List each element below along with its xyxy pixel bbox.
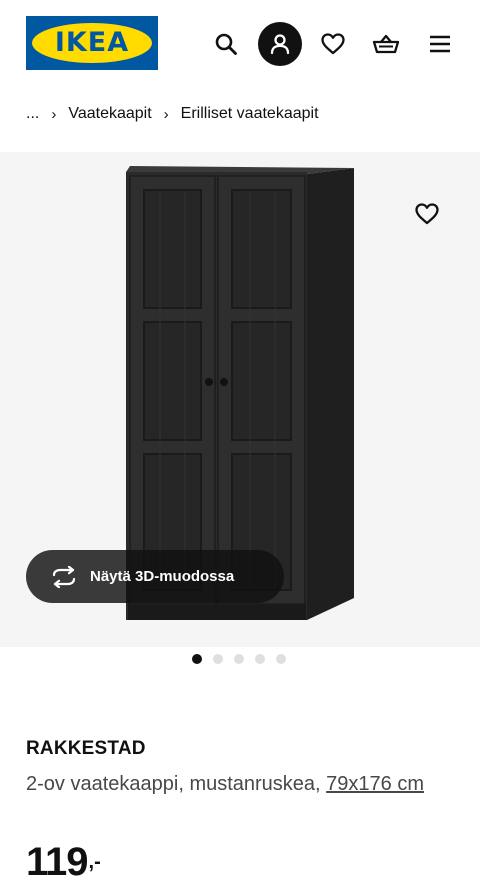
gallery-dot[interactable] [234, 654, 244, 664]
logo-text: IKEA [54, 27, 130, 58]
header: IKEA [0, 0, 480, 88]
breadcrumb-separator: › [163, 105, 169, 123]
heart-icon [415, 203, 439, 225]
heart-icon [321, 33, 345, 55]
breadcrumb-ellipsis[interactable]: ... [26, 105, 39, 123]
basket-icon [372, 34, 400, 54]
breadcrumb: ... › Vaatekaapit › Erilliset vaatekaapi… [26, 102, 319, 126]
ikea-logo[interactable]: IKEA [26, 16, 158, 70]
gallery-dot[interactable] [213, 654, 223, 664]
price-integer: 119 [26, 840, 89, 884]
profile-icon [270, 34, 290, 55]
product-type: 2-ov vaatekaappi, mustanruskea, [26, 773, 327, 795]
gallery-dot[interactable] [255, 654, 265, 664]
menu-button[interactable] [418, 22, 462, 66]
product-price: 119 ,- [26, 838, 101, 886]
search-icon [215, 33, 237, 55]
breadcrumb-item-vaatekaapit[interactable]: Vaatekaapit [68, 105, 151, 123]
menu-icon [430, 35, 450, 53]
breadcrumb-item-erilliset-vaatekaapit[interactable]: Erilliset vaatekaapit [181, 105, 319, 123]
price-suffix: ,- [88, 851, 101, 873]
search-button[interactable] [204, 22, 248, 66]
basket-button[interactable] [364, 22, 408, 66]
view-3d-button[interactable]: Näytä 3D-muodossa [26, 550, 284, 603]
favourites-button[interactable] [311, 22, 355, 66]
gallery-dot[interactable] [276, 654, 286, 664]
breadcrumb-separator: › [51, 105, 57, 123]
product-name: RAKKESTAD [26, 738, 146, 759]
product-dimensions-link[interactable]: 79x176 cm [326, 773, 424, 795]
gallery-pagination [192, 654, 286, 664]
view-3d-label: Näytä 3D-muodossa [90, 568, 235, 585]
gallery-dot[interactable] [192, 654, 202, 664]
profile-button[interactable] [258, 22, 302, 66]
product-description: 2-ov vaatekaappi, mustanruskea, 79x176 c… [26, 768, 446, 800]
rotate-3d-icon [52, 565, 76, 588]
add-to-favourites-button[interactable] [406, 193, 448, 235]
